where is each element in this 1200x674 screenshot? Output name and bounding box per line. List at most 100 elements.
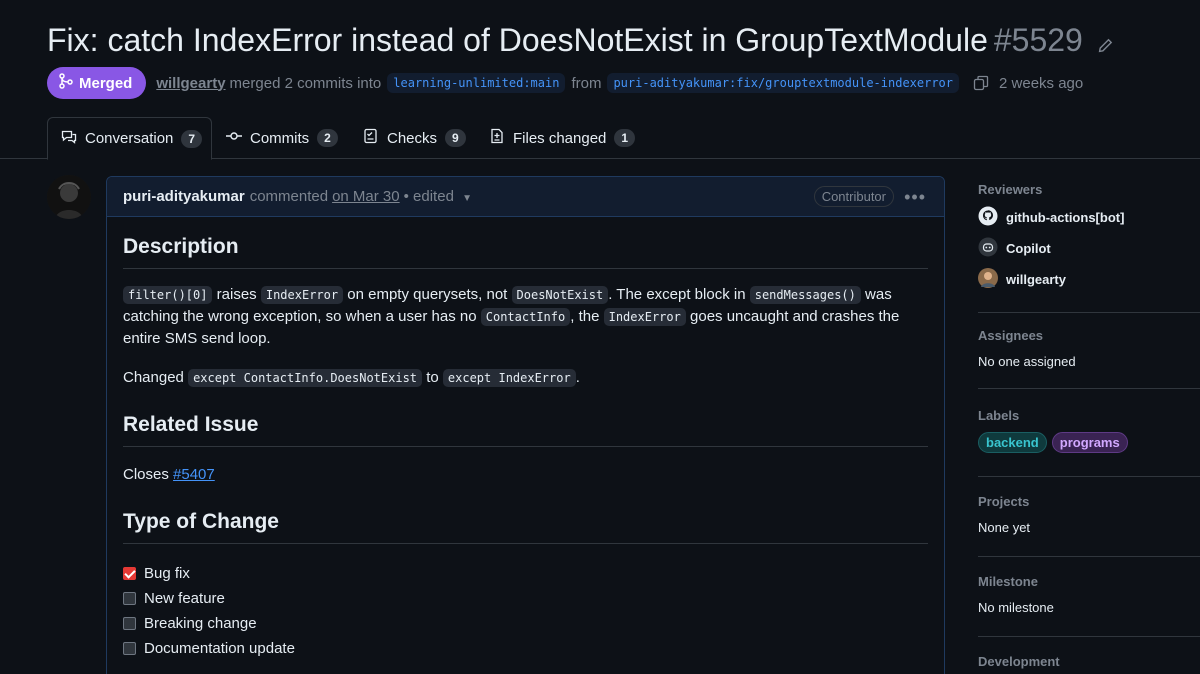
checklist-label: Breaking change [144, 615, 257, 632]
development-heading[interactable]: Development [978, 654, 1060, 669]
merge-icon [59, 73, 73, 93]
tab-files-changed-label: Files changed [513, 129, 607, 147]
checklist-label: Documentation update [144, 640, 295, 657]
copilot-icon [978, 237, 998, 260]
pr-tab-nav: Conversation 7 Commits 2 Checks 9 Files … [0, 117, 1200, 160]
description-heading: Description [123, 235, 928, 269]
reviewer-name: github-actions[bot] [1006, 209, 1125, 225]
pr-title-row: Fix: catch IndexError instead of DoesNot… [47, 20, 1113, 63]
comment-body: Description filter()[0] raises IndexErro… [107, 235, 944, 661]
reviewer-item[interactable]: github-actions[bot] [978, 205, 1200, 229]
tab-files-changed[interactable]: Files changed 1 [489, 117, 636, 159]
comment-header: puri-adityakumar commented on Mar 30 • e… [107, 177, 944, 217]
text: to [426, 369, 439, 386]
checkbox-checked[interactable] [123, 567, 136, 580]
reviewer-item[interactable]: Copilot [978, 236, 1200, 260]
base-branch-link[interactable]: learning-unlimited:main [387, 73, 566, 93]
inline-code: IndexError [603, 308, 686, 326]
kebab-menu-icon[interactable]: ••• [904, 187, 926, 208]
head-branch-link[interactable]: puri-adityakumar:fix/grouptextmodule-ind… [607, 73, 960, 93]
labels-heading[interactable]: Labels [978, 408, 1200, 423]
text: , the [570, 308, 600, 325]
issue-link[interactable]: #5407 [173, 466, 215, 483]
related-issue-heading: Related Issue [123, 413, 928, 447]
tab-commits[interactable]: Commits 2 [226, 117, 338, 159]
tab-checks-label: Checks [387, 129, 438, 147]
text: Changed [123, 369, 184, 386]
text: raises [216, 286, 257, 303]
avatar[interactable] [47, 175, 91, 219]
pr-number: #5529 [993, 22, 1083, 58]
tab-files-changed-count: 1 [614, 129, 636, 147]
projects-heading[interactable]: Projects [978, 494, 1200, 509]
edited-label: • edited [403, 188, 454, 205]
closes-paragraph: Closes #5407 [123, 464, 928, 486]
checkbox[interactable] [123, 592, 136, 605]
text: loop. [238, 330, 271, 347]
merged-time: 2 weeks ago [999, 74, 1084, 92]
closes-text: Closes [123, 466, 169, 483]
comment-action: commented [249, 188, 329, 205]
inline-code: except ContactInfo.DoesNotExist [188, 369, 423, 387]
commit-icon [226, 128, 242, 148]
text: . The except block in [608, 286, 746, 303]
inline-code: IndexError [260, 286, 344, 304]
github-icon [978, 206, 998, 229]
pr-meta-row: Merged willgearty merged 2 commits into … [47, 67, 1083, 99]
inline-code: filter()[0] [123, 286, 213, 304]
assignees-value: No one assigned [978, 354, 1076, 369]
tab-commits-count: 2 [317, 129, 338, 147]
assignees-heading[interactable]: Assignees [978, 328, 1200, 343]
checklist-icon [363, 128, 379, 148]
tab-conversation-label: Conversation [85, 130, 174, 147]
checklist-item: Bug fix [123, 561, 928, 586]
checkbox[interactable] [123, 617, 136, 630]
avatar [978, 267, 998, 291]
copy-icon[interactable] [973, 75, 989, 91]
merger-username-link[interactable]: willgearty [156, 75, 225, 92]
milestone-heading[interactable]: Milestone [978, 574, 1200, 589]
caret-down-icon: ▼ [462, 193, 472, 204]
development-section: Development [978, 637, 1060, 669]
checklist-label: New feature [144, 590, 225, 607]
tab-checks-count: 9 [445, 129, 466, 147]
reviewers-section: Reviewers github-actions[bot] Copilot wi… [978, 176, 1200, 313]
label-programs[interactable]: programs [1051, 432, 1128, 453]
projects-value: None yet [978, 520, 1031, 535]
milestone-section: Milestone No milestone [978, 557, 1200, 637]
reviewers-heading[interactable]: Reviewers [978, 182, 1200, 197]
from-text: from [571, 74, 602, 92]
comment-date-link[interactable]: on Mar 30 [332, 188, 400, 205]
pencil-icon[interactable] [1097, 23, 1113, 63]
tab-checks[interactable]: Checks 9 [363, 117, 466, 159]
text: . [575, 369, 580, 386]
type-of-change-heading: Type of Change [123, 510, 928, 544]
inline-code: DoesNotExist [511, 286, 609, 304]
tab-conversation[interactable]: Conversation 7 [47, 117, 212, 160]
description-paragraph: filter()[0] raises IndexError on empty q… [123, 284, 928, 350]
change-summary-paragraph: Changed except ContactInfo.DoesNotExist … [123, 367, 928, 389]
reviewer-item[interactable]: willgearty [978, 267, 1200, 291]
projects-section: Projects None yet [978, 477, 1200, 557]
change-type-checklist: Bug fix New feature Breaking change Docu… [123, 561, 928, 661]
inline-code: ContactInfo [480, 308, 571, 326]
edited-dropdown[interactable]: • edited ▼ [404, 188, 472, 205]
reviewer-name: Copilot [1006, 240, 1051, 256]
tab-conversation-count: 7 [181, 129, 203, 148]
checklist-item: Documentation update [123, 636, 928, 661]
inline-code: sendMessages() [749, 286, 861, 304]
label-backend[interactable]: backend [978, 432, 1047, 453]
assignees-section: Assignees No one assigned [978, 313, 1200, 389]
conversation-icon [61, 129, 77, 149]
page-title: Fix: catch IndexError instead of DoesNot… [47, 22, 988, 58]
text: on empty querysets, not [347, 286, 508, 303]
file-diff-icon [489, 128, 505, 148]
checkbox[interactable] [123, 642, 136, 655]
pr-description-comment: puri-adityakumar commented on Mar 30 • e… [106, 176, 945, 674]
milestone-value: No milestone [978, 600, 1054, 615]
comment-author-link[interactable]: puri-adityakumar [123, 188, 245, 205]
contributor-badge: Contributor [813, 186, 894, 207]
tab-commits-label: Commits [250, 129, 310, 147]
checklist-item: Breaking change [123, 611, 928, 636]
merged-commits-text: merged 2 commits into [229, 74, 382, 92]
